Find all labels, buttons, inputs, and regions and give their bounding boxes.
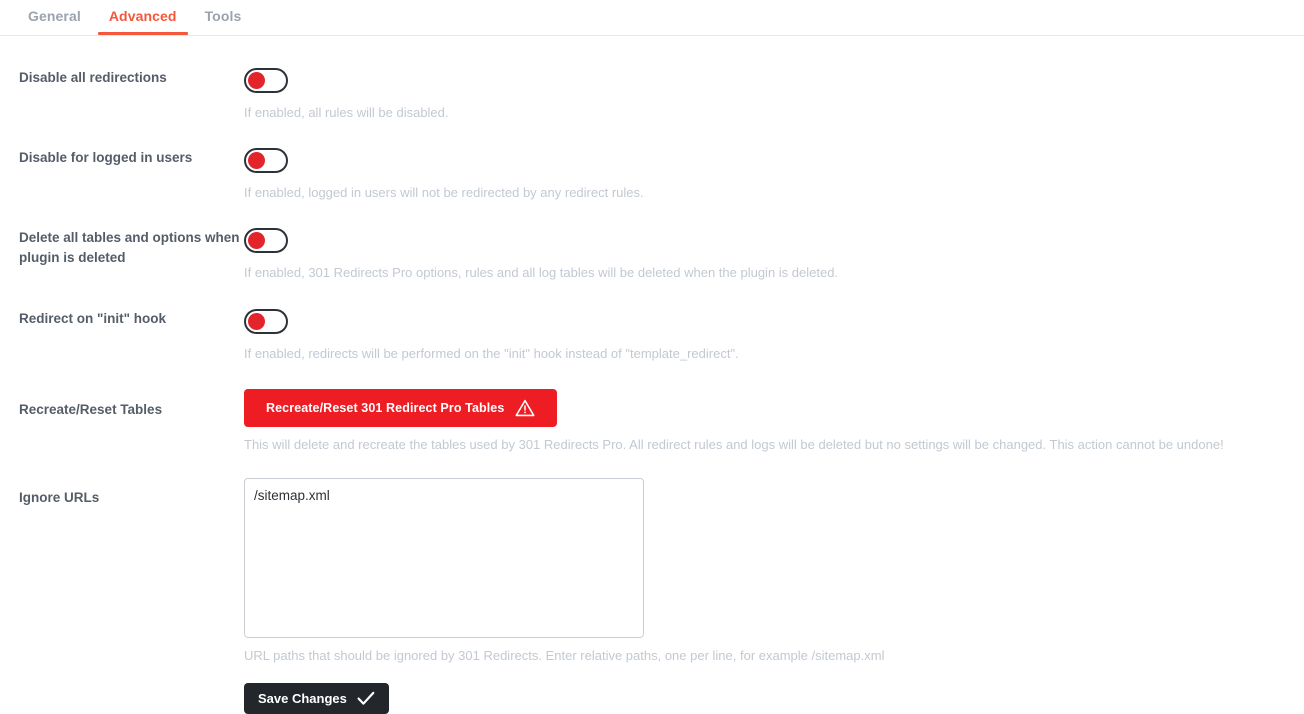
save-changes-label: Save Changes bbox=[258, 691, 347, 707]
toggle-delete-all-tables[interactable] bbox=[244, 228, 288, 254]
recreate-reset-tables-button-label: Recreate/Reset 301 Redirect Pro Tables bbox=[266, 400, 505, 415]
label-disable-for-logged-in-users: Disable for logged in users bbox=[19, 150, 193, 166]
label-ignore-urls: Ignore URLs bbox=[19, 489, 100, 505]
recreate-reset-tables-button[interactable]: Recreate/Reset 301 Redirect Pro Tables bbox=[244, 388, 558, 427]
setting-row-redirect-on-init-hook: Redirect on "init" hook If enabled, redi… bbox=[0, 308, 1304, 363]
field-redirect-on-init-hook: If enabled, redirects will be performed … bbox=[244, 308, 1304, 363]
help-recreate-reset-tables: This will delete and recreate the tables… bbox=[244, 436, 1224, 452]
help-redirect-on-init-hook: If enabled, redirects will be performed … bbox=[244, 345, 739, 361]
toggle-redirect-on-init-hook[interactable] bbox=[244, 308, 288, 334]
label-disable-all-redirections: Disable all redirections bbox=[19, 70, 167, 85]
help-disable-all-redirections: If enabled, all rules will be disabled. bbox=[244, 105, 449, 120]
label-redirect-on-init-hook: Redirect on "init" hook bbox=[19, 310, 167, 326]
help-delete-all-tables: If enabled, 301 Redirects Pro options, r… bbox=[244, 265, 839, 281]
advanced-settings-form: Disable all redirections If enabled, all… bbox=[0, 36, 1304, 714]
save-changes-button[interactable]: Save Changes bbox=[244, 683, 389, 714]
settings-tabs: General Advanced Tools bbox=[0, 0, 1304, 36]
toggle-knob-icon bbox=[248, 312, 265, 330]
field-disable-all-redirections: If enabled, all rules will be disabled. bbox=[244, 68, 1304, 122]
form-actions-row: Save Changes bbox=[0, 683, 1304, 714]
help-ignore-urls: URL paths that should be ignored by 301 … bbox=[244, 647, 885, 663]
tab-general[interactable]: General bbox=[14, 0, 95, 34]
setting-row-disable-for-logged-in-users: Disable for logged in users If enabled, … bbox=[0, 148, 1304, 202]
setting-row-recreate-reset-tables: Recreate/Reset Tables Recreate/Reset 301… bbox=[0, 388, 1304, 454]
toggle-knob-icon bbox=[248, 232, 265, 250]
tab-tools[interactable]: Tools bbox=[191, 0, 256, 34]
toggle-knob-icon bbox=[248, 72, 265, 89]
form-actions: Save Changes bbox=[244, 683, 1304, 714]
tab-advanced[interactable]: Advanced bbox=[95, 0, 191, 35]
warning-triangle-icon bbox=[515, 399, 535, 417]
setting-row-delete-all-tables: Delete all tables and options when plugi… bbox=[0, 228, 1304, 282]
setting-row-ignore-urls: Ignore URLs URL paths that should be ign… bbox=[0, 477, 1304, 665]
help-disable-for-logged-in-users: If enabled, logged in users will not be … bbox=[244, 185, 644, 201]
field-disable-for-logged-in-users: If enabled, logged in users will not be … bbox=[244, 148, 1304, 202]
toggle-disable-for-logged-in-users[interactable] bbox=[244, 148, 288, 174]
label-recreate-reset-tables: Recreate/Reset Tables bbox=[19, 401, 163, 417]
check-icon bbox=[357, 691, 375, 706]
setting-row-disable-all-redirections: Disable all redirections If enabled, all… bbox=[0, 68, 1304, 122]
ignore-urls-textarea[interactable] bbox=[244, 477, 644, 638]
field-ignore-urls: URL paths that should be ignored by 301 … bbox=[244, 477, 1304, 665]
toggle-knob-icon bbox=[248, 152, 265, 170]
toggle-disable-all-redirections[interactable] bbox=[244, 68, 288, 93]
field-delete-all-tables: If enabled, 301 Redirects Pro options, r… bbox=[244, 228, 1304, 282]
field-recreate-reset-tables: Recreate/Reset 301 Redirect Pro Tables T… bbox=[244, 388, 1304, 454]
label-delete-all-tables: Delete all tables and options when plugi… bbox=[19, 230, 240, 265]
